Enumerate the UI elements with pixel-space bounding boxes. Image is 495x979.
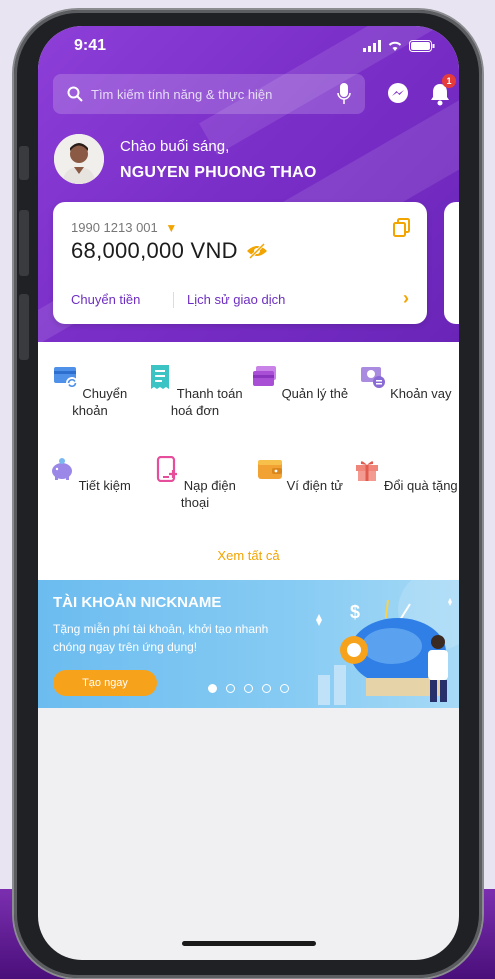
gift-icon — [356, 461, 379, 481]
phone-topup-icon — [157, 455, 178, 483]
menu-item-card-management[interactable]: Quản lý thẻ — [248, 364, 352, 402]
pagination-dot[interactable] — [280, 684, 289, 693]
search-input[interactable] — [91, 86, 311, 102]
history-link[interactable]: Lịch sử giao dịch — [187, 292, 285, 307]
user-name: NGUYEN PHUONG THAO — [120, 164, 317, 181]
status-time: 9:41 — [74, 37, 107, 54]
see-all-link[interactable]: Xem tất cả — [38, 548, 459, 563]
cards-icon — [252, 366, 276, 386]
menu-item-label: Khoản vay — [390, 386, 452, 401]
menu-item-transfer[interactable]: Chuyển khoản — [38, 364, 142, 419]
wallet-icon — [257, 460, 282, 479]
greeting-text: Chào buổi sáng, — [120, 138, 230, 155]
menu-item-label: Thanh toán hoá đơn — [170, 386, 243, 418]
signal-icon — [363, 40, 381, 52]
menu-item-phone-topup[interactable]: Nạp điện thoại — [143, 455, 247, 511]
account-number-text: 1990 1213 001 — [71, 220, 158, 235]
menu-item-label: Chuyển khoản — [72, 386, 128, 418]
menu-item-label: Đổi quà tặng — [383, 478, 458, 493]
copy-icon[interactable] — [393, 218, 411, 238]
messenger-button[interactable] — [384, 80, 412, 108]
chevron-right-icon[interactable]: › — [403, 288, 409, 309]
menu-item-bill-payment[interactable]: Thanh toán hoá đơn — [143, 364, 247, 419]
pagination-dot[interactable] — [262, 684, 271, 693]
promo-banner[interactable]: $ TÀI KHOẢN NICKNAME Tặng miễn phí tài k… — [38, 580, 459, 708]
banner-illustration: $ — [316, 580, 459, 705]
search-icon — [67, 86, 83, 102]
next-account-card-peek[interactable]: 19 6 C — [444, 202, 459, 324]
menu-item-label: Ví điện tử — [286, 478, 344, 493]
menu-item-label: Quản lý thẻ — [281, 386, 349, 401]
account-number[interactable]: 1990 1213 001 ▼ — [71, 220, 177, 235]
balance-row: 68,000,000 VND — [71, 238, 268, 264]
phone-side-button — [19, 146, 29, 180]
pagination-dot[interactable] — [226, 684, 235, 693]
create-now-button[interactable]: Tạo ngay — [53, 670, 157, 696]
search-bar[interactable] — [53, 74, 365, 114]
eye-slash-icon[interactable] — [246, 243, 268, 259]
loan-icon — [361, 367, 386, 388]
banner-pagination — [208, 684, 289, 693]
user-photo — [54, 134, 104, 184]
avatar[interactable] — [54, 134, 104, 184]
bill-icon — [151, 365, 170, 389]
feature-menu: Chuyển khoản Thanh toán hoá đơn Quản lý … — [38, 342, 459, 586]
microphone-icon[interactable] — [337, 83, 351, 105]
link-divider — [173, 292, 174, 308]
transfer-card-icon — [53, 367, 78, 389]
battery-icon — [409, 40, 435, 52]
pagination-dot[interactable] — [244, 684, 253, 693]
status-bar: 9:41 — [74, 36, 435, 56]
banner-text: Tặng miễn phí tài khoản, khởi tạo nhanh … — [53, 622, 269, 654]
status-icons — [363, 40, 435, 52]
notification-badge: 1 — [442, 74, 456, 88]
menu-item-e-wallet[interactable]: Ví điện tử — [248, 456, 352, 494]
wifi-icon — [388, 41, 402, 51]
chevron-down-icon: ▼ — [165, 221, 178, 235]
messenger-icon — [388, 83, 408, 103]
piggy-bank-icon — [52, 458, 73, 480]
menu-item-label: Tiết kiệm — [78, 478, 131, 493]
phone-side-button — [19, 294, 29, 360]
menu-item-label: Nạp điện thoại — [180, 478, 236, 510]
pagination-dot[interactable] — [208, 684, 217, 693]
transfer-link[interactable]: Chuyển tiền — [71, 292, 140, 307]
account-card[interactable]: 1990 1213 001 ▼ 68,000,000 VND Chuyển ti… — [53, 202, 427, 324]
notification-button[interactable]: 1 — [426, 74, 456, 108]
menu-item-savings[interactable]: Tiết kiệm — [38, 456, 142, 494]
menu-item-loan[interactable]: Khoản vay — [354, 364, 458, 402]
home-indicator[interactable] — [182, 941, 316, 946]
menu-item-gift-exchange[interactable]: Đổi quà tặng — [354, 456, 458, 494]
banner-title: TÀI KHOẢN NICKNAME — [53, 594, 222, 611]
app-screen: 9:41 1 Chào buổi sáng, NGUYEN PHUONG THA… — [38, 26, 459, 960]
phone-side-button — [19, 210, 29, 276]
svg-text:$: $ — [350, 602, 360, 622]
account-balance: 68,000,000 VND — [71, 238, 238, 263]
